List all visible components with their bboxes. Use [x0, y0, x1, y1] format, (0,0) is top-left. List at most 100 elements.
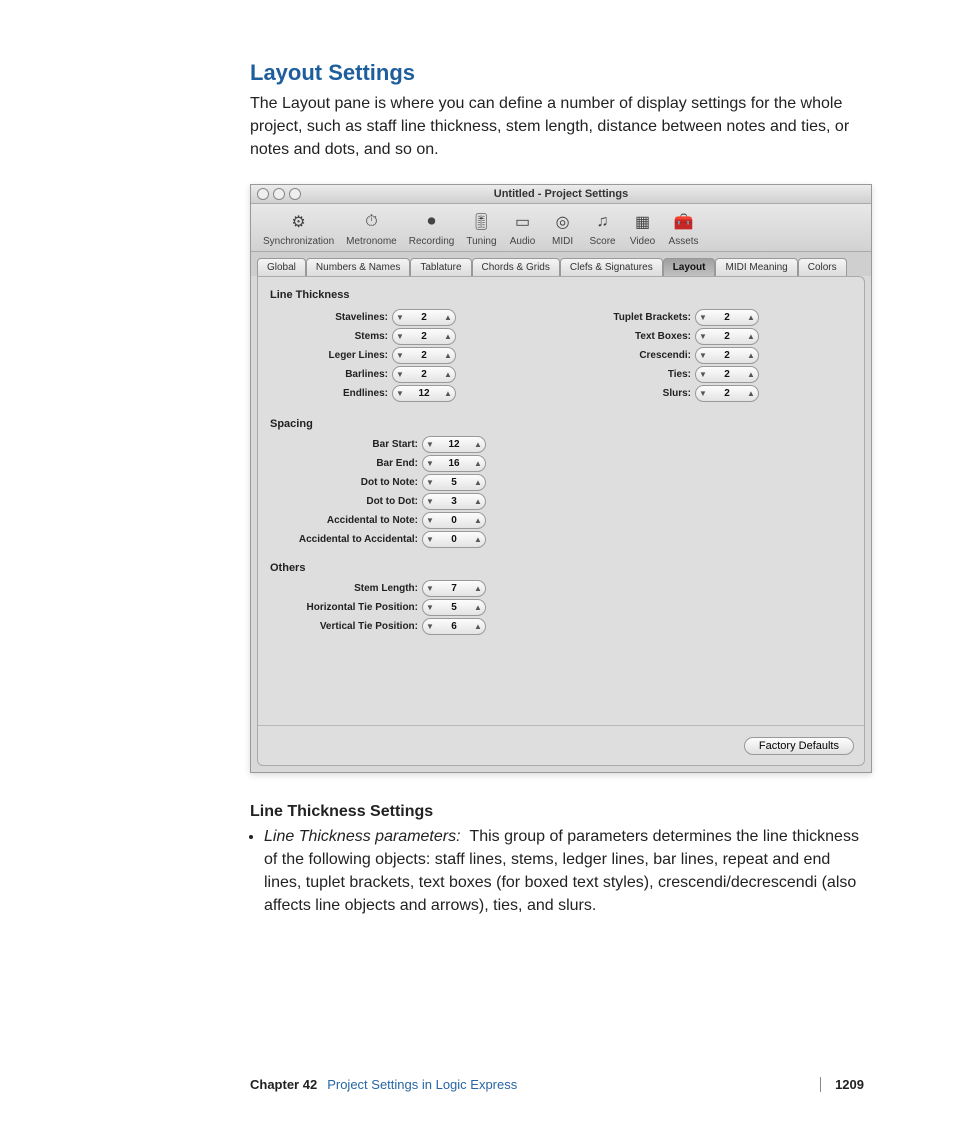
param-label: Leger Lines: — [268, 350, 388, 361]
stepper-down-icon[interactable]: ▼ — [696, 387, 710, 400]
toolbar-item-midi[interactable]: ◎MIDI — [543, 210, 583, 247]
stepper[interactable]: ▼2▲ — [392, 328, 456, 345]
stepper[interactable]: ▼2▲ — [695, 385, 759, 402]
param-row: Stavelines:▼2▲ — [268, 309, 551, 326]
toolbar-label: Audio — [509, 236, 537, 247]
tab-chords-grids[interactable]: Chords & Grids — [472, 258, 560, 276]
stepper-up-icon[interactable]: ▲ — [471, 476, 485, 489]
stepper-down-icon[interactable]: ▼ — [696, 368, 710, 381]
stepper[interactable]: ▼2▲ — [695, 366, 759, 383]
stepper-value: 2 — [710, 350, 744, 361]
audio-icon: ▭ — [509, 210, 537, 234]
stepper[interactable]: ▼12▲ — [392, 385, 456, 402]
stepper-up-icon[interactable]: ▲ — [471, 457, 485, 470]
stepper[interactable]: ▼6▲ — [422, 618, 486, 635]
stepper-up-icon[interactable]: ▲ — [441, 330, 455, 343]
stepper-up-icon[interactable]: ▲ — [471, 620, 485, 633]
stepper-value: 2 — [710, 312, 744, 323]
tab-layout[interactable]: Layout — [663, 258, 716, 276]
stepper-down-icon[interactable]: ▼ — [423, 582, 437, 595]
stepper-down-icon[interactable]: ▼ — [423, 495, 437, 508]
tab-global[interactable]: Global — [257, 258, 306, 276]
stepper-up-icon[interactable]: ▲ — [471, 495, 485, 508]
stepper-down-icon[interactable]: ▼ — [393, 311, 407, 324]
stepper[interactable]: ▼2▲ — [695, 328, 759, 345]
stepper-value: 5 — [437, 602, 471, 613]
toolbar-item-recording[interactable]: ⏺Recording — [403, 210, 461, 247]
param-label: Endlines: — [268, 388, 388, 399]
toolbar-item-audio[interactable]: ▭ Audio — [503, 210, 543, 247]
stepper-down-icon[interactable]: ▼ — [423, 438, 437, 451]
stepper-down-icon[interactable]: ▼ — [696, 311, 710, 324]
stepper-up-icon[interactable]: ▲ — [744, 330, 758, 343]
stepper-up-icon[interactable]: ▲ — [471, 601, 485, 614]
stepper[interactable]: ▼2▲ — [392, 347, 456, 364]
stepper-value: 6 — [437, 621, 471, 632]
toolbar: ⚙Synchronization⏱Metronome⏺Recording🎚Tun… — [251, 204, 871, 252]
stepper-up-icon[interactable]: ▲ — [744, 368, 758, 381]
stepper-up-icon[interactable]: ▲ — [441, 311, 455, 324]
stepper-value: 2 — [710, 369, 744, 380]
stepper[interactable]: ▼2▲ — [695, 347, 759, 364]
stepper-down-icon[interactable]: ▼ — [696, 349, 710, 362]
recording-icon: ⏺ — [418, 210, 446, 234]
stepper-down-icon[interactable]: ▼ — [423, 457, 437, 470]
stepper[interactable]: ▼5▲ — [422, 599, 486, 616]
stepper-down-icon[interactable]: ▼ — [393, 330, 407, 343]
stepper-up-icon[interactable]: ▲ — [441, 349, 455, 362]
stepper[interactable]: ▼5▲ — [422, 474, 486, 491]
bullet-lead: Line Thickness parameters: — [264, 828, 461, 845]
toolbar-item-synchronization[interactable]: ⚙Synchronization — [257, 210, 340, 247]
toolbar-item-assets[interactable]: 🧰Assets — [663, 210, 705, 247]
param-row: Vertical Tie Position:▼6▲ — [268, 618, 854, 635]
stepper-down-icon[interactable]: ▼ — [423, 601, 437, 614]
stepper[interactable]: ▼16▲ — [422, 455, 486, 472]
toolbar-item-metronome[interactable]: ⏱Metronome — [340, 210, 403, 247]
stepper-up-icon[interactable]: ▲ — [471, 438, 485, 451]
tab-clefs-signatures[interactable]: Clefs & Signatures — [560, 258, 663, 276]
stepper[interactable]: ▼3▲ — [422, 493, 486, 510]
param-row: Dot to Note:▼5▲ — [268, 474, 854, 491]
stepper-up-icon[interactable]: ▲ — [744, 311, 758, 324]
stepper-down-icon[interactable]: ▼ — [393, 349, 407, 362]
stepper-up-icon[interactable]: ▲ — [441, 368, 455, 381]
param-row: Slurs:▼2▲ — [571, 385, 854, 402]
stepper-up-icon[interactable]: ▲ — [471, 533, 485, 546]
stepper[interactable]: ▼12▲ — [422, 436, 486, 453]
stepper-up-icon[interactable]: ▲ — [471, 582, 485, 595]
stepper[interactable]: ▼2▲ — [392, 366, 456, 383]
tab-numbers-names[interactable]: Numbers & Names — [306, 258, 410, 276]
toolbar-item-score[interactable]: ♫Score — [583, 210, 623, 247]
toolbar-item-video[interactable]: ▦Video — [623, 210, 663, 247]
stepper-up-icon[interactable]: ▲ — [744, 349, 758, 362]
stepper[interactable]: ▼0▲ — [422, 531, 486, 548]
stepper-down-icon[interactable]: ▼ — [423, 514, 437, 527]
stepper-down-icon[interactable]: ▼ — [696, 330, 710, 343]
param-row: Accidental to Note:▼0▲ — [268, 512, 854, 529]
stepper-value: 2 — [407, 331, 441, 342]
toolbar-item-tuning[interactable]: 🎚Tuning — [460, 210, 502, 247]
section-title-others: Others — [270, 562, 854, 574]
stepper-up-icon[interactable]: ▲ — [471, 514, 485, 527]
tab-colors[interactable]: Colors — [798, 258, 847, 276]
section-heading: Layout Settings — [250, 60, 864, 86]
midi-icon: ◎ — [549, 210, 577, 234]
tab-midi-meaning[interactable]: MIDI Meaning — [715, 258, 797, 276]
stepper-down-icon[interactable]: ▼ — [393, 368, 407, 381]
stepper[interactable]: ▼7▲ — [422, 580, 486, 597]
stepper-down-icon[interactable]: ▼ — [423, 476, 437, 489]
page-number: 1209 — [820, 1077, 864, 1092]
stepper[interactable]: ▼2▲ — [695, 309, 759, 326]
video-icon: ▦ — [629, 210, 657, 234]
stepper-up-icon[interactable]: ▲ — [744, 387, 758, 400]
stepper-down-icon[interactable]: ▼ — [393, 387, 407, 400]
stepper[interactable]: ▼0▲ — [422, 512, 486, 529]
stepper[interactable]: ▼2▲ — [392, 309, 456, 326]
stepper-down-icon[interactable]: ▼ — [423, 533, 437, 546]
stepper-up-icon[interactable]: ▲ — [441, 387, 455, 400]
stepper-down-icon[interactable]: ▼ — [423, 620, 437, 633]
stepper-value: 12 — [437, 439, 471, 450]
stepper-value: 2 — [710, 331, 744, 342]
tab-tablature[interactable]: Tablature — [410, 258, 471, 276]
factory-defaults-button[interactable]: Factory Defaults — [744, 737, 854, 755]
